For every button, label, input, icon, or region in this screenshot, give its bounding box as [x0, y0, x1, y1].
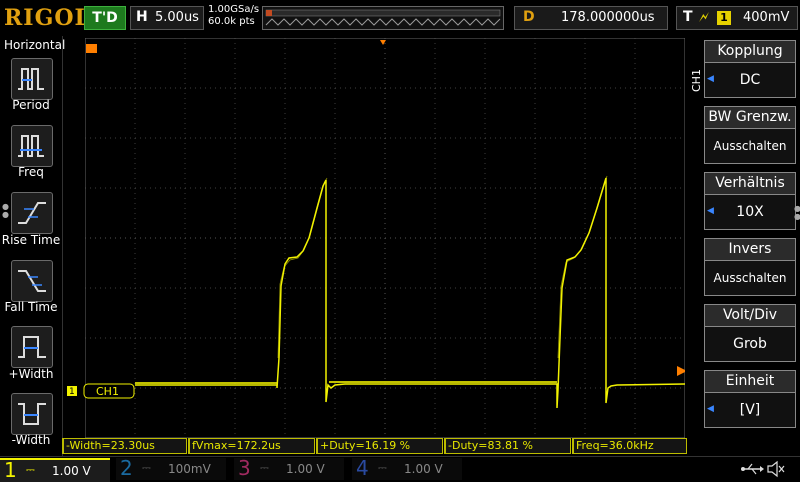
- sample-rate: 1.00GSa/s: [208, 4, 260, 15]
- period-button[interactable]: [11, 58, 53, 100]
- rising-edge-icon: 🗲: [699, 8, 709, 26]
- channel-2-number: 2: [120, 456, 133, 480]
- invert-title: Invers: [704, 238, 796, 260]
- cycle-left-icon: ◀: [707, 74, 714, 84]
- measurement-time-at-vmax[interactable]: fVmax=172.2us: [188, 438, 315, 454]
- fall-time-button[interactable]: [11, 260, 53, 302]
- cycle-left-icon: ◀: [707, 404, 714, 414]
- bandwidth-limit-title: BW Grenzw.: [704, 106, 796, 128]
- memory-depth: 60.0k pts: [208, 16, 255, 27]
- measurement-negative-duty[interactable]: -Duty=83.81 %: [444, 438, 571, 454]
- invert-softkey[interactable]: Invers Ausschalten: [704, 238, 796, 296]
- dc-coupling-icon: ⎓: [26, 463, 35, 476]
- probe-ratio-title: Verhältnis: [704, 172, 796, 194]
- memory-overview-window[interactable]: [262, 6, 504, 30]
- channel-1-tab[interactable]: 1 ⎓ 1.00 V: [0, 458, 110, 482]
- channel-1-number: 1: [4, 458, 17, 482]
- unit-title: Einheit: [704, 370, 796, 392]
- dc-coupling-icon: ⎓: [260, 461, 269, 474]
- channel-3-scale: 1.00 V: [286, 462, 325, 476]
- memory-overview-icon: [265, 9, 501, 26]
- coupling-softkey[interactable]: Kopplung DC ◀: [704, 40, 796, 98]
- trigger-display[interactable]: T 🗲 1 400mV: [676, 6, 798, 30]
- measurement-negative-width[interactable]: -Width=23.30us: [62, 438, 187, 454]
- rise-time-label: Rise Time: [1, 233, 61, 247]
- channel-2-scale: 100mV: [168, 462, 211, 476]
- delay-key-label: D: [523, 9, 535, 25]
- svg-text:1: 1: [69, 387, 75, 397]
- dc-coupling-icon: ⎓: [142, 461, 151, 474]
- positive-width-label: +Width: [8, 367, 54, 381]
- bandwidth-limit-softkey[interactable]: BW Grenzw. Ausschalten: [704, 106, 796, 164]
- volts-div-value: Grob: [704, 326, 796, 362]
- frequency-button[interactable]: [11, 125, 53, 167]
- rise-time-button[interactable]: [11, 192, 53, 234]
- negative-width-icon: [18, 403, 46, 425]
- positive-width-icon: [18, 336, 46, 358]
- period-label: Period: [12, 98, 50, 112]
- cycle-left-icon: ◀: [707, 206, 714, 216]
- fall-time-icon: [18, 270, 46, 292]
- menu-page-dots: ● ●: [2, 202, 9, 219]
- speaker-muted-icon[interactable]: [766, 460, 786, 478]
- channel-status-bar: 1 ⎓ 1.00 V 2 ⎓ 100mV 3 ⎓ 1.00 V 4 ⎓ 1.00…: [0, 456, 800, 482]
- trigger-status-badge[interactable]: T'D: [84, 6, 126, 30]
- rise-time-icon: [18, 202, 46, 224]
- channel-3-tab[interactable]: 3 ⎓ 1.00 V: [234, 456, 344, 480]
- horizontal-key-label: H: [136, 9, 148, 25]
- timebase-value: 5.00us: [155, 10, 199, 25]
- channel-4-tab[interactable]: 4 ⎓ 1.00 V: [352, 456, 462, 480]
- trigger-source-badge: 1: [717, 11, 731, 25]
- delay-marker: [86, 44, 97, 53]
- delay-display[interactable]: D 178.000000us: [514, 6, 668, 30]
- trigger-key-label: T: [683, 9, 693, 25]
- trigger-level: 400mV: [743, 10, 790, 25]
- measurement-frequency[interactable]: Freq=36.0kHz: [572, 438, 687, 454]
- probe-ratio-value: 10X: [704, 194, 796, 230]
- frequency-label: Freq: [18, 165, 44, 179]
- coupling-title: Kopplung: [704, 40, 796, 62]
- channel-2-tab[interactable]: 2 ⎓ 100mV: [116, 456, 226, 480]
- measurement-positive-duty[interactable]: +Duty=16.19 %: [316, 438, 443, 454]
- negative-width-button[interactable]: [11, 393, 53, 435]
- measure-menu-title: Horizontal: [4, 38, 66, 52]
- unit-value: [V]: [704, 392, 796, 428]
- timebase-display[interactable]: H 5.00us: [130, 6, 204, 30]
- volts-div-title: Volt/Div: [704, 304, 796, 326]
- fall-time-label: Fall Time: [4, 300, 58, 314]
- brand-logo: RIGOL: [4, 5, 91, 31]
- frequency-icon: [18, 135, 44, 157]
- delay-value: 178.000000us: [561, 10, 655, 25]
- dc-coupling-icon: ⎓: [378, 461, 387, 474]
- menu-page-dots-right: ● ●: [794, 204, 800, 221]
- positive-width-button[interactable]: [11, 326, 53, 368]
- channel-4-number: 4: [356, 456, 369, 480]
- waveform-display[interactable]: [85, 38, 685, 438]
- usb-icon: [741, 463, 764, 475]
- channel-1-scale: 1.00 V: [52, 464, 91, 478]
- unit-softkey[interactable]: Einheit [V] ◀: [704, 370, 796, 428]
- invert-value: Ausschalten: [704, 260, 796, 296]
- channel-menu-label: CH1: [690, 69, 703, 92]
- channel-1-marker-label: CH1: [96, 385, 119, 398]
- negative-width-label: -Width: [11, 433, 51, 447]
- volts-div-softkey[interactable]: Volt/Div Grob: [704, 304, 796, 362]
- channel-3-number: 3: [238, 456, 251, 480]
- bandwidth-limit-value: Ausschalten: [704, 128, 796, 164]
- measurement-bar: -Width=23.30us fVmax=172.2us +Duty=16.19…: [62, 438, 687, 454]
- coupling-value: DC: [704, 62, 796, 98]
- period-icon: [18, 68, 44, 90]
- channel-4-scale: 1.00 V: [404, 462, 443, 476]
- acquisition-info: 1.00GSa/s 60.0k pts: [208, 4, 259, 28]
- probe-ratio-softkey[interactable]: Verhältnis 10X ◀: [704, 172, 796, 230]
